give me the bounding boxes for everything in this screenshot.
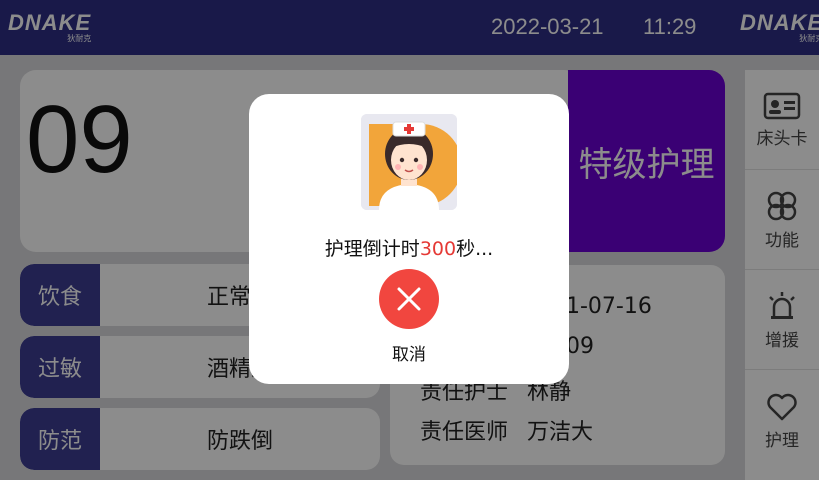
nurse-avatar-icon bbox=[361, 114, 457, 210]
cancel-label: 取消 bbox=[392, 345, 426, 365]
countdown-seconds: 300 bbox=[419, 238, 457, 260]
close-icon bbox=[397, 287, 421, 311]
nurse-avatar bbox=[361, 114, 457, 210]
nursing-countdown-dialog: 护理倒计时300秒... 取消 bbox=[249, 94, 569, 384]
countdown-text: 护理倒计时300秒... bbox=[249, 234, 569, 261]
cancel-button[interactable] bbox=[379, 269, 439, 329]
countdown-prefix: 护理倒计时 bbox=[324, 238, 420, 260]
countdown-suffix: 秒... bbox=[456, 238, 494, 260]
